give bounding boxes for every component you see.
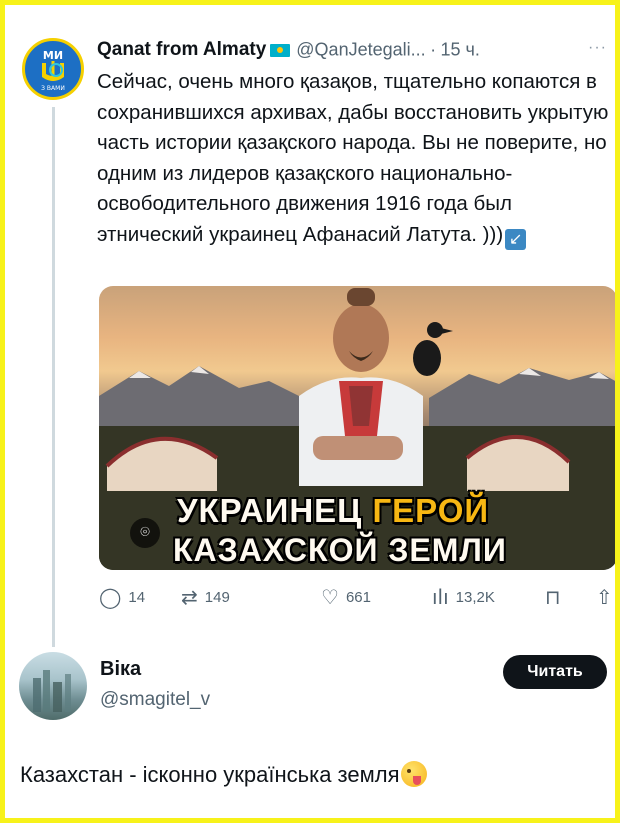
thread-line <box>52 107 55 647</box>
tweet-header: Qanat from Almaty @QanJetegali... · 15 ч.… <box>97 39 607 65</box>
tweet-body: Сейчас, очень много қазақов, тщательно к… <box>97 70 609 246</box>
avatar-sublabel: З ВАМИ <box>41 85 65 92</box>
views-chart-icon: ılı <box>432 585 449 609</box>
reply-button[interactable]: ◯ 14 <box>99 584 145 610</box>
tweet-actions: ◯ 14 ⇄ 149 ♡ 661 ılı 13,2K ⊓ ⇧ <box>99 584 615 612</box>
reply-author-avatar[interactable] <box>19 652 87 720</box>
screenshot-frame: МИ З ВАМИ Qanat from Almaty @QanJetegali.… <box>5 5 615 818</box>
reply-text: Казахстан - ісконно українська земля <box>20 761 427 788</box>
kazakhstan-flag-icon <box>270 43 291 57</box>
views-count: 13,2K <box>455 588 495 606</box>
bookmark-icon: ⊓ <box>545 585 561 609</box>
bookmark-button[interactable]: ⊓ <box>545 584 568 610</box>
tweet-time[interactable]: 15 ч. <box>441 40 480 60</box>
retweet-button[interactable]: ⇄ 149 <box>181 584 230 610</box>
reply-author-handle[interactable]: @smagitel_v <box>100 689 210 711</box>
media-title-line1: УКРАИНЕЦ ГЕРОЙ <box>177 492 489 530</box>
media-title-word2: ГЕРОЙ <box>372 492 490 529</box>
like-button[interactable]: ♡ 661 <box>321 584 371 610</box>
tweet-text: Сейчас, очень много қазақов, тщательно к… <box>97 67 612 251</box>
views-button[interactable]: ılı 13,2K <box>432 584 495 610</box>
reply-icon: ◯ <box>99 585 122 609</box>
share-button[interactable]: ⇧ <box>596 584 615 610</box>
google-lens-icon[interactable]: ⌾ <box>130 518 160 548</box>
heart-icon: ♡ <box>321 585 339 609</box>
retweet-count: 149 <box>204 588 230 606</box>
retweet-icon: ⇄ <box>181 585 198 609</box>
tweet-media-image[interactable]: ⌾ УКРАИНЕЦ ГЕРОЙ КАЗАХСКОЙ ЗЕМЛИ <box>99 286 615 570</box>
arrow-down-left-icon: ↙ <box>505 228 527 250</box>
follow-button[interactable]: Читать <box>503 655 607 689</box>
more-options-icon[interactable]: ··· <box>588 39 607 57</box>
city-skyline-image <box>33 670 71 712</box>
author-name[interactable]: Qanat from Almaty <box>97 39 266 60</box>
share-icon: ⇧ <box>596 585 613 609</box>
reply-count: 14 <box>128 588 146 606</box>
media-title-line2: КАЗАХСКОЙ ЗЕМЛИ <box>173 532 507 568</box>
reply-author-name[interactable]: Віка <box>100 658 141 681</box>
reply-body: Казахстан - ісконно українська земля <box>20 762 400 787</box>
author-avatar[interactable]: МИ З ВАМИ <box>22 38 84 100</box>
winking-face-with-tongue-icon <box>400 761 427 787</box>
like-count: 661 <box>345 588 371 606</box>
separator: · <box>430 39 437 60</box>
author-handle[interactable]: @QanJetegali... <box>296 40 425 60</box>
media-title-word1: УКРАИНЕЦ <box>177 492 363 529</box>
